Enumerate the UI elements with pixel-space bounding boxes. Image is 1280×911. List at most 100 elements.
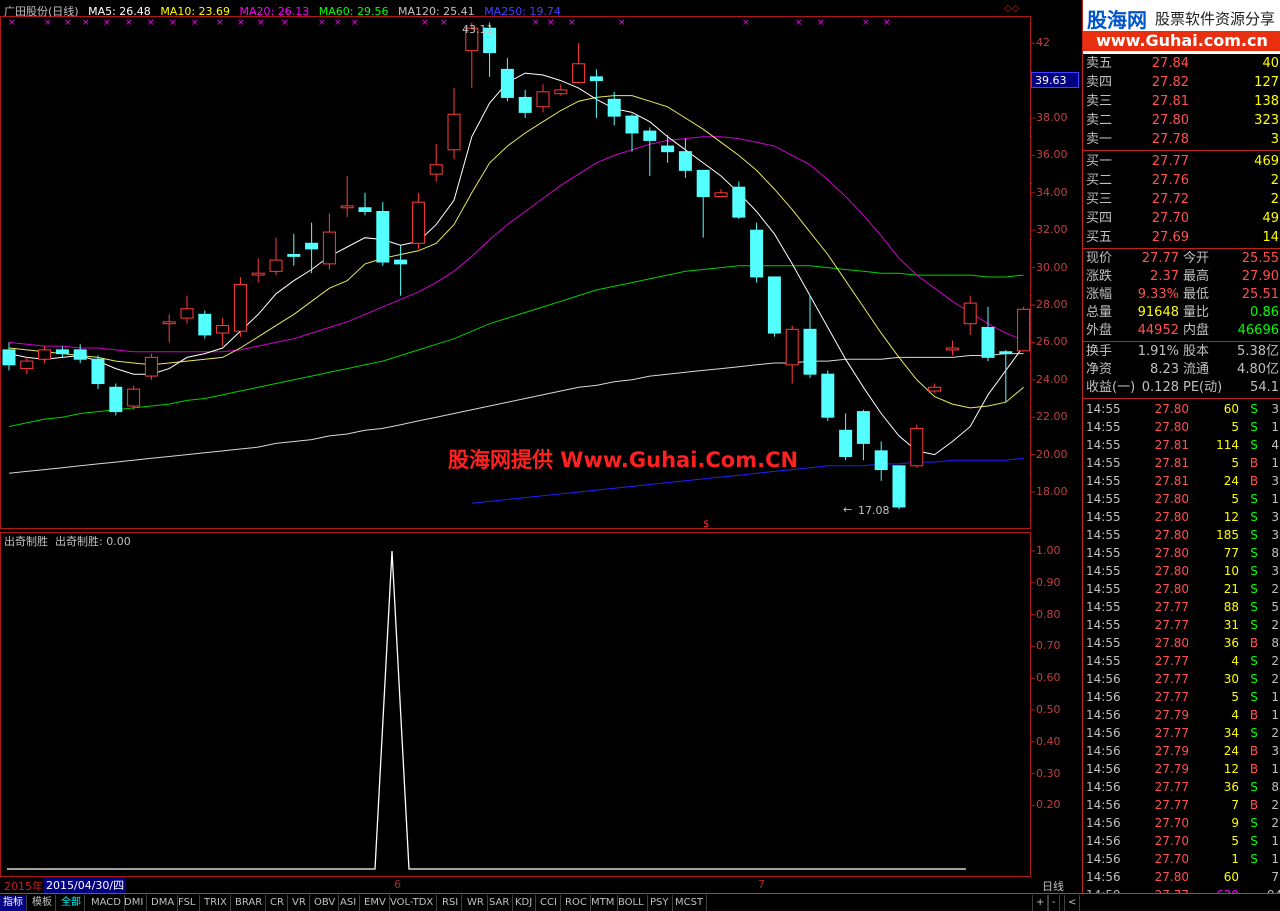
tab-模板[interactable]: 模板 xyxy=(29,895,56,911)
tab-指标[interactable]: 指标 xyxy=(0,895,27,911)
header-controls-icon[interactable]: ◇◇ xyxy=(1004,3,1019,14)
candle[interactable] xyxy=(821,370,835,421)
tab-emv[interactable]: EMV xyxy=(361,895,390,911)
chart-area[interactable]: × × × × × × × × × × × × × × × × × × × × × × × × × × × $ 广田股份(日线) MA… xyxy=(0,0,1080,893)
tab-mtm[interactable]: MTM xyxy=(588,895,619,911)
candle[interactable] xyxy=(839,413,853,461)
candle[interactable] xyxy=(589,69,603,118)
candle[interactable] xyxy=(447,88,461,160)
tab-dmi[interactable]: DMI xyxy=(121,895,148,911)
ma20-label: MA20: 26.13 xyxy=(239,5,310,18)
candle[interactable] xyxy=(38,346,52,363)
candle[interactable] xyxy=(305,222,319,274)
candle[interactable] xyxy=(358,192,372,216)
tab-obv[interactable]: OBV xyxy=(311,895,340,911)
candle[interactable] xyxy=(233,276,247,337)
low-label: 17.08 xyxy=(858,504,890,517)
candle[interactable] xyxy=(572,43,586,83)
watermark: 股海网提供 Www.Guhai.Com.CN xyxy=(448,448,799,472)
tick-price: 27.80 xyxy=(1154,492,1189,506)
candle[interactable] xyxy=(55,346,69,358)
tab-roc[interactable]: ROC xyxy=(562,895,591,911)
candle[interactable] xyxy=(376,202,390,266)
tab-vol-tdx[interactable]: VOL-TDX xyxy=(387,895,438,911)
candle[interactable] xyxy=(607,91,621,126)
period-label[interactable]: 日线 xyxy=(1042,878,1064,894)
tab-rsi[interactable]: RSI xyxy=(439,895,463,911)
candle[interactable] xyxy=(928,383,942,393)
tab-fsl[interactable]: FSL xyxy=(175,895,200,911)
candle[interactable] xyxy=(394,245,408,296)
candle[interactable] xyxy=(661,134,675,163)
tab-trix[interactable]: TRIX xyxy=(201,895,231,911)
candle[interactable] xyxy=(216,318,230,347)
candle[interactable] xyxy=(625,114,639,152)
candle[interactable] xyxy=(91,355,105,390)
candle[interactable] xyxy=(643,127,657,176)
stat-value: 27.90 xyxy=(1241,269,1279,284)
candle[interactable] xyxy=(287,233,301,266)
tick-direction: S xyxy=(1250,402,1258,416)
candle[interactable] xyxy=(945,340,959,356)
candle[interactable] xyxy=(322,213,336,270)
candle[interactable] xyxy=(1017,306,1031,352)
candle[interactable] xyxy=(2,342,16,371)
tab-psy[interactable]: PSY xyxy=(647,895,673,911)
tick-row: 14:56 27.79 12 B 1 xyxy=(1083,760,1280,778)
candle[interactable] xyxy=(127,385,141,410)
tab-boll[interactable]: BOLL xyxy=(615,895,648,911)
candle[interactable] xyxy=(20,357,34,375)
candle-body xyxy=(928,386,942,392)
candle[interactable] xyxy=(981,306,995,362)
candle[interactable] xyxy=(251,258,265,283)
candle-body xyxy=(785,328,799,366)
candle[interactable] xyxy=(696,169,710,238)
candle[interactable] xyxy=(963,295,977,335)
candle[interactable] xyxy=(910,424,924,468)
candle[interactable] xyxy=(714,189,728,198)
candle[interactable] xyxy=(856,409,870,461)
tab-全部[interactable]: 全部 xyxy=(58,895,85,911)
candle[interactable] xyxy=(269,237,283,276)
candle[interactable] xyxy=(803,295,817,378)
zoom-in-button[interactable]: + xyxy=(1032,895,1049,911)
candle[interactable] xyxy=(767,276,781,337)
candle[interactable] xyxy=(198,310,212,339)
tab-cr[interactable]: CR xyxy=(267,895,288,911)
app-window: × × × × × × × × × × × × × × × × × × × × × × × × × × × $ 广田股份(日线) MA… xyxy=(0,0,1280,911)
tab-brar[interactable]: BRAR xyxy=(232,895,267,911)
candle[interactable] xyxy=(429,144,443,182)
tab-dma[interactable]: DMA xyxy=(148,895,179,911)
tick-price: 27.70 xyxy=(1154,834,1189,848)
candle[interactable] xyxy=(411,192,425,249)
tab-macd[interactable]: MACD xyxy=(88,895,125,911)
candle[interactable] xyxy=(340,175,354,218)
candle[interactable] xyxy=(518,89,532,118)
candle[interactable] xyxy=(750,222,764,283)
month-6: 6 xyxy=(394,878,401,891)
tab-sar[interactable]: SAR xyxy=(486,895,514,911)
candle[interactable] xyxy=(678,138,692,178)
tab-mcst[interactable]: MCST xyxy=(672,895,708,911)
scroll-left-button[interactable]: < xyxy=(1064,895,1081,911)
candle[interactable] xyxy=(500,58,514,102)
zoom-out-button[interactable]: - xyxy=(1048,895,1060,911)
tab-kdj[interactable]: KDJ xyxy=(512,895,537,911)
candle[interactable] xyxy=(874,441,888,481)
tab-cci[interactable]: CCI xyxy=(537,895,561,911)
candle[interactable] xyxy=(892,465,906,510)
tab-vr[interactable]: VR xyxy=(289,895,310,911)
candle[interactable] xyxy=(554,84,568,96)
candle[interactable] xyxy=(536,84,550,113)
candle[interactable] xyxy=(180,295,194,324)
candle[interactable] xyxy=(109,383,123,416)
candle-body xyxy=(732,186,746,218)
indicator-tab-bar: 指标 模板 全部 MACD DMI DMA FSL TRIX BRAR CR VR OBV ASI EMV… xyxy=(0,893,1280,911)
tab-asi[interactable]: ASI xyxy=(337,895,361,911)
candle[interactable] xyxy=(785,325,799,384)
candle[interactable] xyxy=(144,353,158,380)
candle[interactable] xyxy=(162,314,176,343)
signal-marker: × xyxy=(82,18,90,28)
candle[interactable] xyxy=(732,181,746,219)
tab-wr[interactable]: WR xyxy=(464,895,488,911)
